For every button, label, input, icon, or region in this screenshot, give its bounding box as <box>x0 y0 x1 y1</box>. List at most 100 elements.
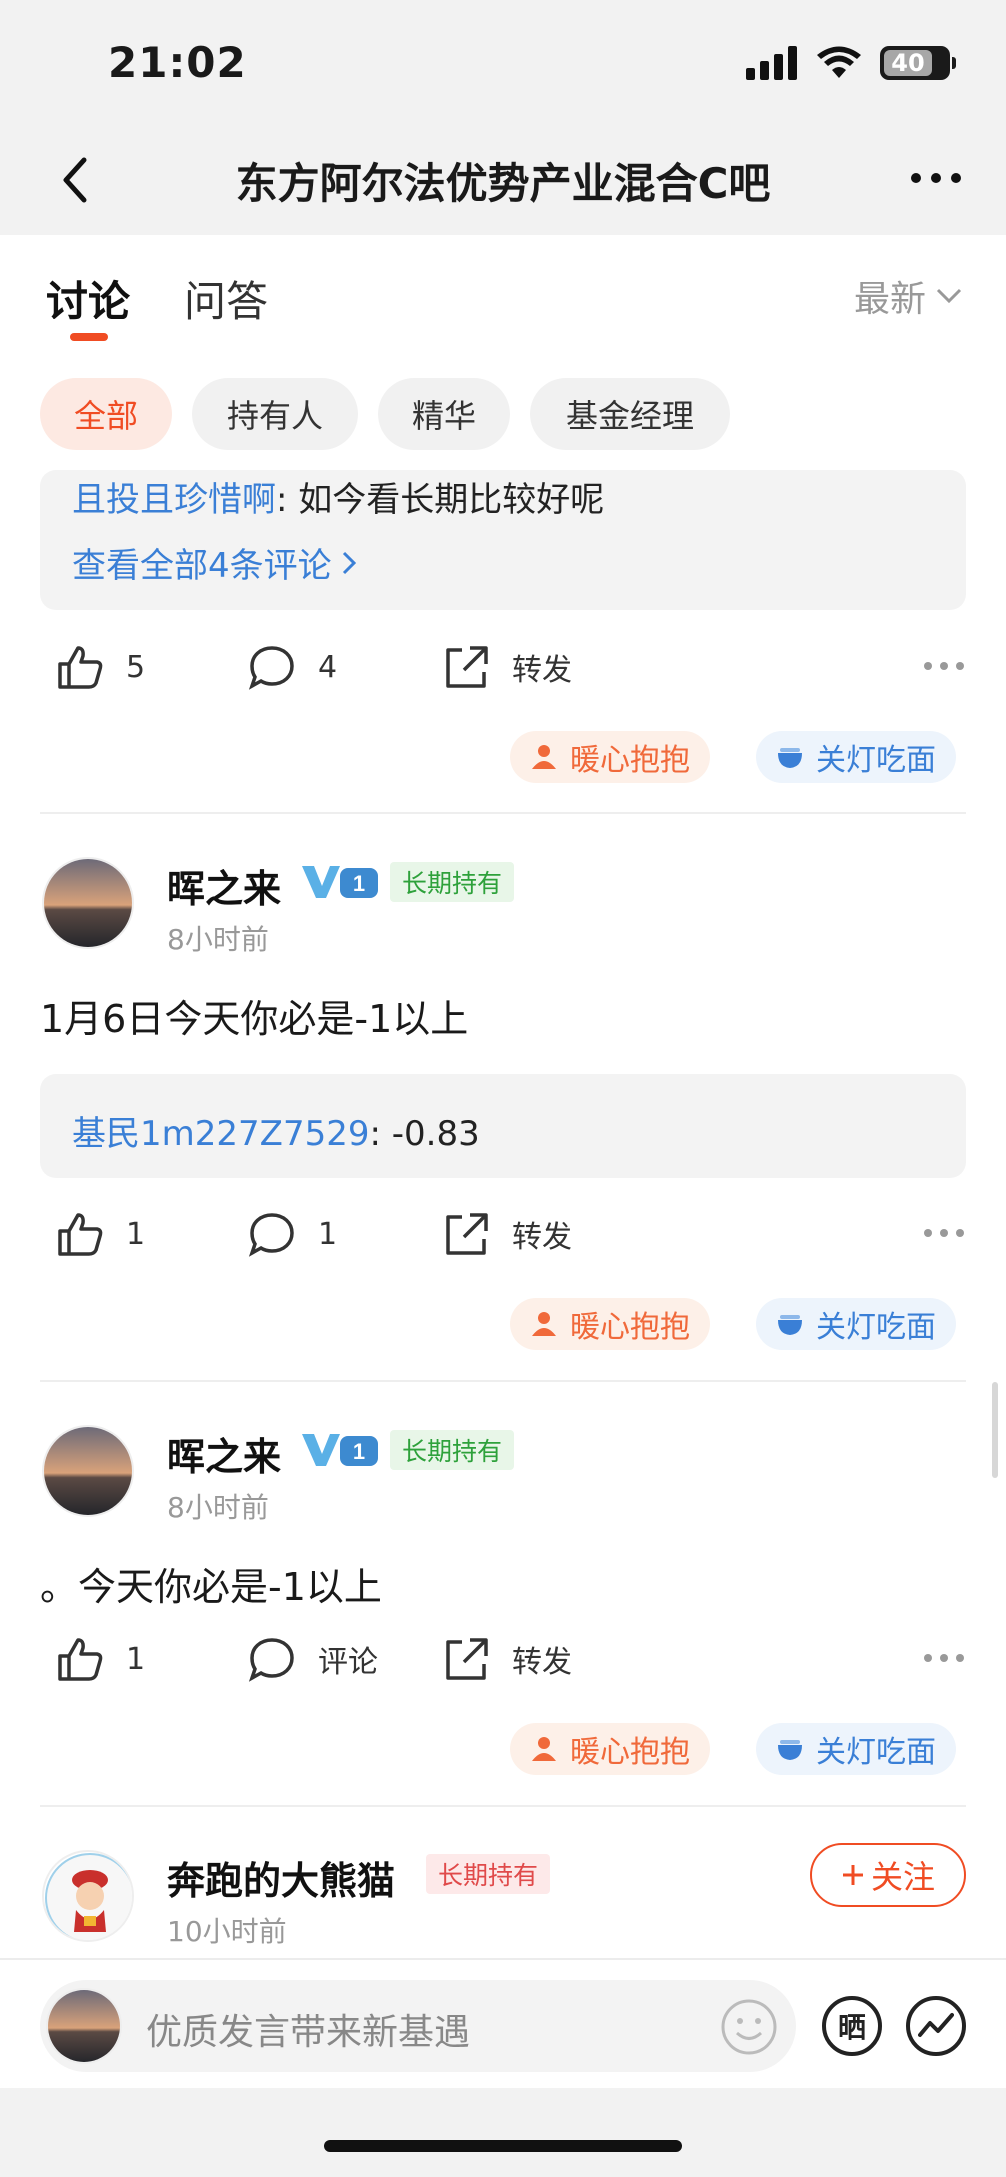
sort-dropdown[interactable]: 最新 <box>854 270 962 322</box>
home-indicator[interactable] <box>324 2140 682 2152</box>
noodle-bowl-icon <box>778 748 802 768</box>
avatar[interactable] <box>42 1850 134 1942</box>
level-number: 1 <box>353 871 365 896</box>
reaction-label: 关灯吃面 <box>816 743 936 778</box>
share-icon <box>446 1213 488 1255</box>
comment-icon <box>248 646 294 690</box>
follow-label: 关注 <box>870 1858 935 1896</box>
comment-button[interactable]: 1 <box>248 1211 337 1257</box>
post-time: 8小时前 <box>167 1491 269 1524</box>
share-button[interactable]: 转发 <box>442 1211 572 1257</box>
hug-icon <box>532 1737 556 1761</box>
share-button[interactable]: 转发 <box>442 1636 572 1682</box>
hug-icon <box>532 1312 556 1336</box>
thumbs-up-icon <box>58 1213 103 1256</box>
more-icon[interactable] <box>906 160 966 196</box>
comment-line: 且投且珍惜啊: 如今看长期比较好呢 <box>72 472 604 521</box>
tab-underline <box>70 333 108 341</box>
reaction-lights-off[interactable]: 关灯吃面 <box>756 731 956 783</box>
reaction-warm-hug[interactable]: 暖心抱抱 <box>510 1298 710 1350</box>
comment-label: 评论 <box>318 1645 378 1680</box>
comment-preview-box[interactable]: 基民1m227Z7529: -0.83 <box>40 1074 966 1178</box>
comment-button[interactable]: 4 <box>248 644 337 690</box>
sort-label: 最新 <box>853 279 926 320</box>
sunset-avatar-image <box>44 859 132 947</box>
verified-level-badge: 1 <box>302 866 378 898</box>
follow-button[interactable]: 关注 <box>810 1843 966 1907</box>
reaction-label: 暖心抱抱 <box>570 743 690 778</box>
reaction-label: 关灯吃面 <box>816 1310 936 1345</box>
avatar[interactable] <box>42 1425 134 1517</box>
share-label: 转发 <box>512 1645 572 1680</box>
chip-featured[interactable]: 精华 <box>378 378 510 450</box>
avatar[interactable] <box>42 857 134 949</box>
page-title: 东方阿尔法优势产业混合C吧 <box>235 159 771 208</box>
post-text[interactable]: 1月6日今天你必是-1以上 <box>40 988 468 1043</box>
thumbs-up-icon <box>58 1638 103 1681</box>
chevron-right-icon <box>342 551 356 574</box>
reaction-warm-hug[interactable]: 暖心抱抱 <box>510 731 710 783</box>
wifi-icon <box>817 46 861 78</box>
like-button[interactable]: 1 <box>56 1211 145 1257</box>
commenter-name[interactable]: 且投且珍惜啊 <box>72 480 276 520</box>
noodle-bowl-icon <box>778 1740 802 1760</box>
signal-icon <box>746 46 797 80</box>
comment-text: : 如今看长期比较好呢 <box>276 480 605 520</box>
reaction-lights-off[interactable]: 关灯吃面 <box>756 1723 956 1775</box>
like-button[interactable]: 1 <box>56 1636 145 1682</box>
show-off-label: 晒 <box>837 2011 866 2044</box>
level-number: 1 <box>353 1439 365 1464</box>
reaction-label: 暖心抱抱 <box>570 1310 690 1345</box>
holding-tag: 长期持有 <box>426 1854 551 1894</box>
chip-all[interactable]: 全部 <box>40 378 172 450</box>
share-label: 转发 <box>512 1220 572 1255</box>
holding-tag: 长期持有 <box>390 862 515 902</box>
tab-qa[interactable]: 问答 <box>184 268 268 329</box>
noodle-bowl-icon <box>778 1315 802 1335</box>
comment-preview-box[interactable]: 且投且珍惜啊: 如今看长期比较好呢 查看全部4条评论 <box>40 470 966 610</box>
commenter-name[interactable]: 基民1m227Z7529 <box>72 1114 369 1154</box>
input-placeholder: 优质发言带来新基遇 <box>146 2012 471 2053</box>
chip-holders[interactable]: 持有人 <box>192 378 358 450</box>
comment-icon <box>248 1638 294 1682</box>
post-divider <box>40 1380 966 1382</box>
thumbs-up-icon <box>58 646 103 689</box>
view-all-comments-link[interactable]: 查看全部4条评论 <box>72 538 356 587</box>
share-icon <box>446 646 488 688</box>
share-icon <box>446 1638 488 1680</box>
tab-discussion[interactable]: 讨论 <box>46 268 130 329</box>
cartoon-avatar-image <box>45 1853 132 1940</box>
status-icons: 40 <box>746 46 956 80</box>
post-time: 8小时前 <box>167 923 269 956</box>
reaction-label: 关灯吃面 <box>816 1735 936 1770</box>
post-more-icon[interactable] <box>922 1227 966 1239</box>
my-avatar[interactable] <box>46 1988 122 2064</box>
battery-icon: 40 <box>880 46 956 80</box>
reaction-label: 暖心抱抱 <box>570 1735 690 1770</box>
username[interactable]: 晖之来 <box>167 858 281 913</box>
like-button[interactable]: 5 <box>56 644 145 690</box>
chip-fund-manager[interactable]: 基金经理 <box>530 378 730 450</box>
username[interactable]: 晖之来 <box>167 1426 281 1481</box>
comment-button[interactable]: 评论 <box>248 1636 378 1682</box>
post-more-icon[interactable] <box>922 660 966 672</box>
post-time: 10小时前 <box>167 1915 287 1948</box>
comment-line: 基民1m227Z7529: -0.83 <box>72 1106 480 1155</box>
reaction-lights-off[interactable]: 关灯吃面 <box>756 1298 956 1350</box>
scrollbar[interactable] <box>992 1382 998 1478</box>
comment-icon <box>248 1213 294 1257</box>
chevron-down-icon <box>936 288 962 304</box>
trend-chart-button[interactable] <box>906 1996 966 2056</box>
post-text[interactable]: 。今天你必是-1以上 <box>40 1556 382 1611</box>
comment-text: : -0.83 <box>369 1114 480 1154</box>
status-time: 21:02 <box>108 38 247 87</box>
post-divider <box>40 812 966 814</box>
username[interactable]: 奔跑的大熊猫 <box>167 1850 395 1905</box>
share-button[interactable]: 转发 <box>442 644 572 690</box>
show-off-button[interactable]: 晒 <box>822 1996 882 2056</box>
view-all-label: 查看全部4条评论 <box>72 546 332 586</box>
reaction-warm-hug[interactable]: 暖心抱抱 <box>510 1723 710 1775</box>
post-more-icon[interactable] <box>922 1652 966 1664</box>
emoji-icon[interactable] <box>720 1998 778 2056</box>
like-count: 5 <box>126 649 146 685</box>
